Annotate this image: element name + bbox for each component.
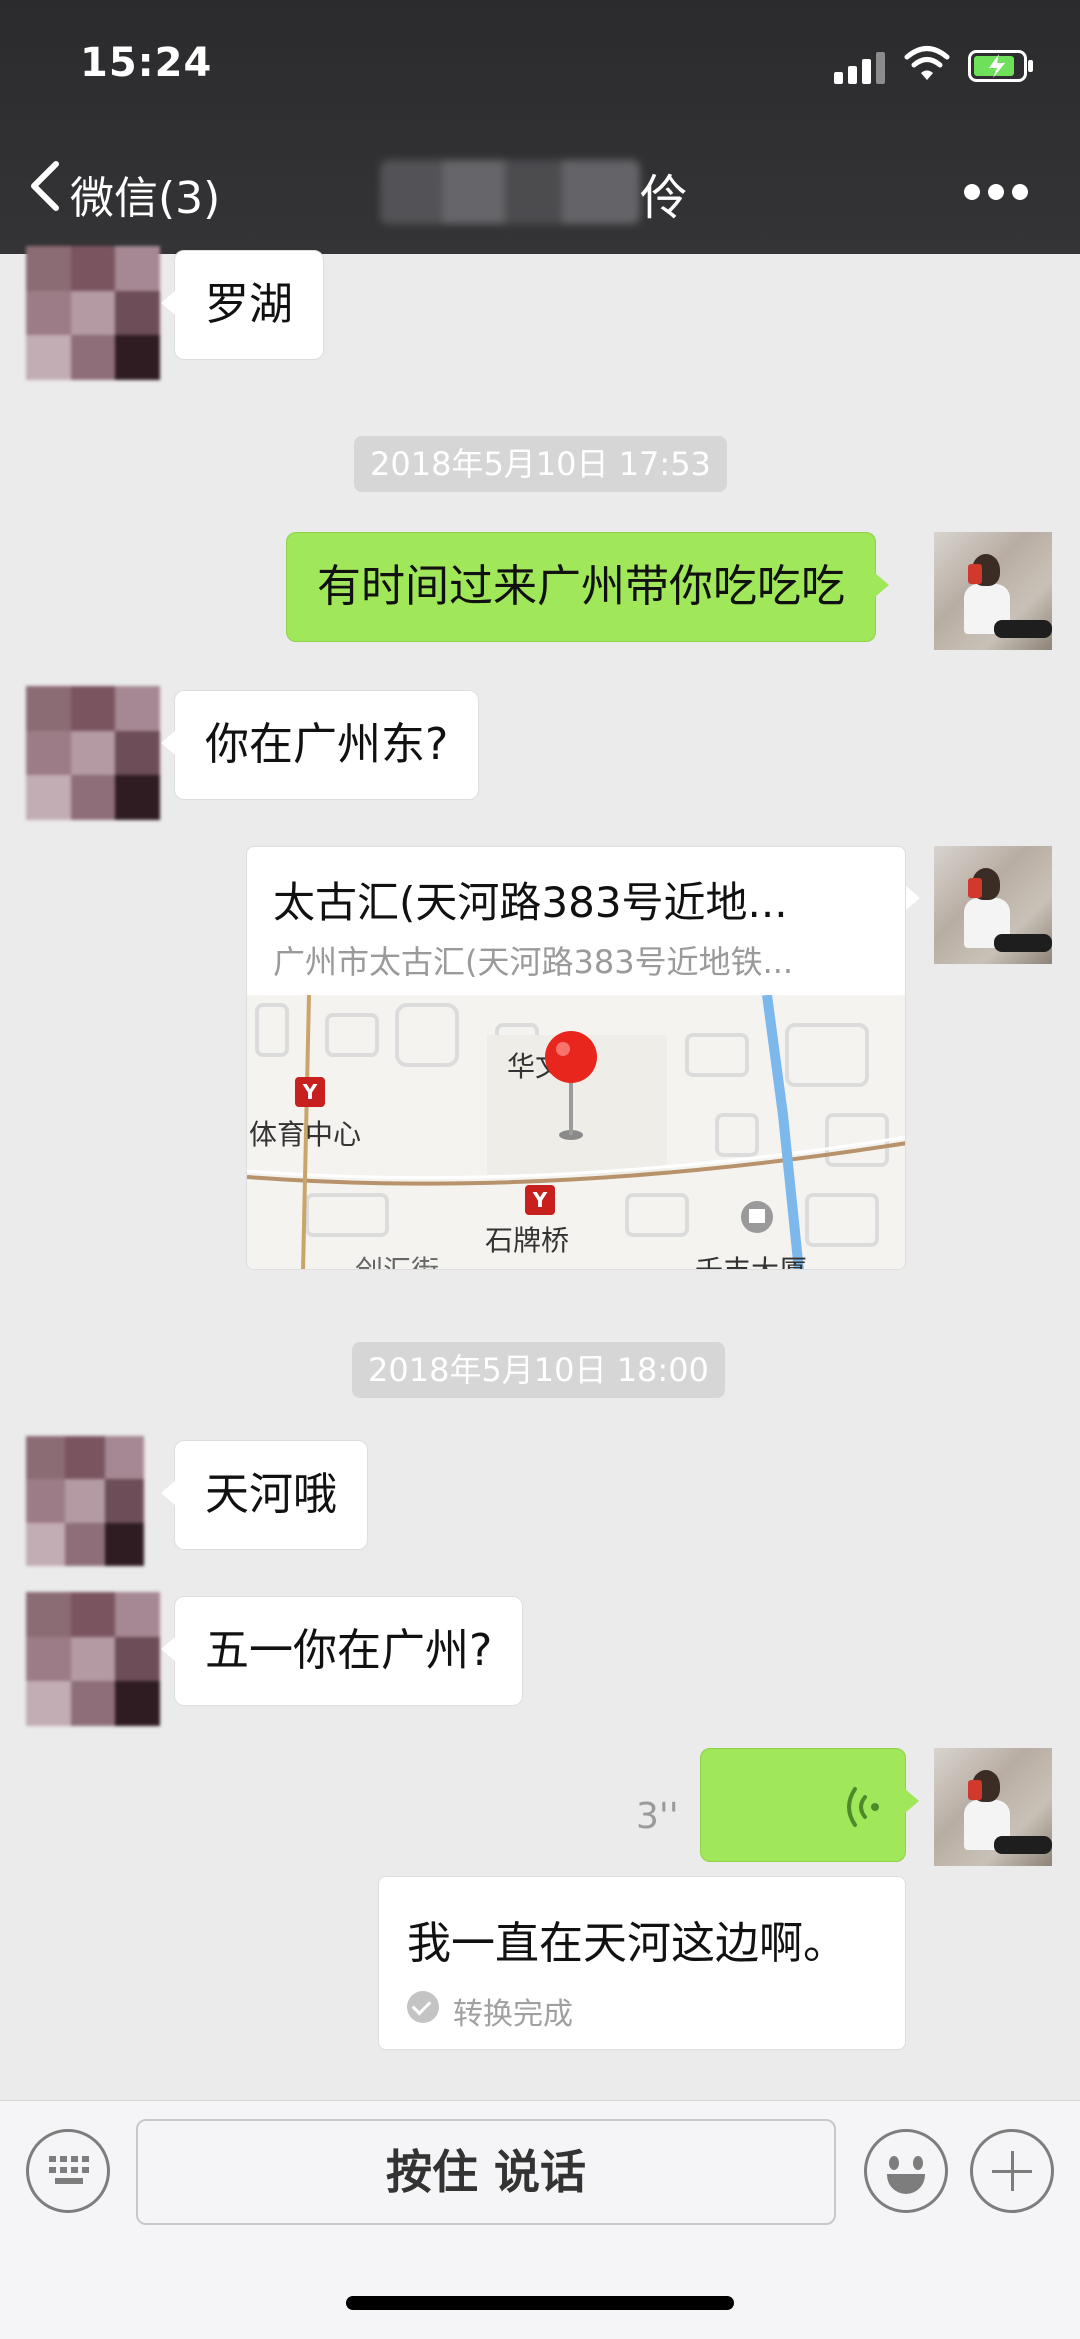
contact-name-char: 伶 [640,170,689,226]
back-arrow-icon[interactable] [28,160,60,212]
keyboard-icon [49,2156,89,2186]
more-options-icon[interactable] [964,184,1028,200]
map-label: 千丰大厦 [695,1249,807,1269]
transcript-status: 转换完成 [453,1997,573,2032]
message-bubble-received[interactable]: 天河哦 [161,1440,368,1550]
message-bubble-received[interactable]: 五一你在广州? [160,1596,524,1706]
message-bubble-received[interactable]: 你在广州东? [160,690,480,800]
transcript-text: 我一直在天河这边啊。 [407,1918,847,1969]
map-pin-icon [545,1031,597,1140]
voice-wave-icon [847,1787,879,1827]
location-map[interactable]: Y Y 体育中心 石牌桥 华文 创汇街 千丰大厦 [247,995,905,1269]
contact-avatar[interactable] [26,1436,144,1566]
chat-header: 15:24 微信(3) 伶 [0,0,1080,254]
location-title: 太古汇(天河路383号近地... [273,878,788,927]
contact-avatar[interactable] [26,1592,160,1726]
location-card-tail [906,886,920,910]
contact-name-blurred [380,160,640,224]
voice-duration: 3'' [636,1796,679,1837]
home-indicator [346,2296,734,2310]
contact-avatar[interactable] [26,246,160,380]
status-icons [834,44,1044,84]
my-avatar[interactable] [934,846,1052,964]
my-avatar[interactable] [934,532,1052,650]
map-label: 石牌桥 [485,1224,570,1257]
map-label: 创汇街 [355,1249,439,1269]
location-address: 广州市太古汇(天河路383号近地铁... [273,943,794,981]
hold-to-talk-button[interactable]: 按住 说话 [136,2119,836,2225]
location-card[interactable]: 太古汇(天河路383号近地... 广州市太古汇(天河路383号近地铁... Y … [246,846,906,1270]
metro-station-icon: Y [525,1185,555,1215]
message-timestamp: 2018年5月10日 17:53 [354,436,727,492]
voice-message-bubble[interactable] [700,1748,919,1862]
plus-icon[interactable] [970,2129,1054,2213]
emoji-icon[interactable] [864,2129,948,2213]
check-icon [407,1991,439,2023]
contact-avatar[interactable] [26,686,160,820]
signal-icon [834,50,886,84]
keyboard-toggle-button[interactable] [26,2129,110,2213]
battery-charging-icon [968,50,1033,82]
metro-station-icon: Y [295,1077,325,1107]
map-label: 体育中心 [249,1118,362,1151]
message-timestamp: 2018年5月10日 18:00 [352,1342,725,1398]
my-avatar[interactable] [934,1748,1052,1866]
wifi-icon [904,46,950,80]
status-time: 15:24 [80,40,213,86]
voice-transcript[interactable]: 我一直在天河这边啊。 转换完成 [378,1876,906,2050]
message-bubble-sent[interactable]: 有时间过来广州带你吃吃吃 [286,532,889,642]
message-bubble-received[interactable]: 罗湖 [161,250,324,360]
back-button-label[interactable]: 微信(3) [70,162,220,226]
